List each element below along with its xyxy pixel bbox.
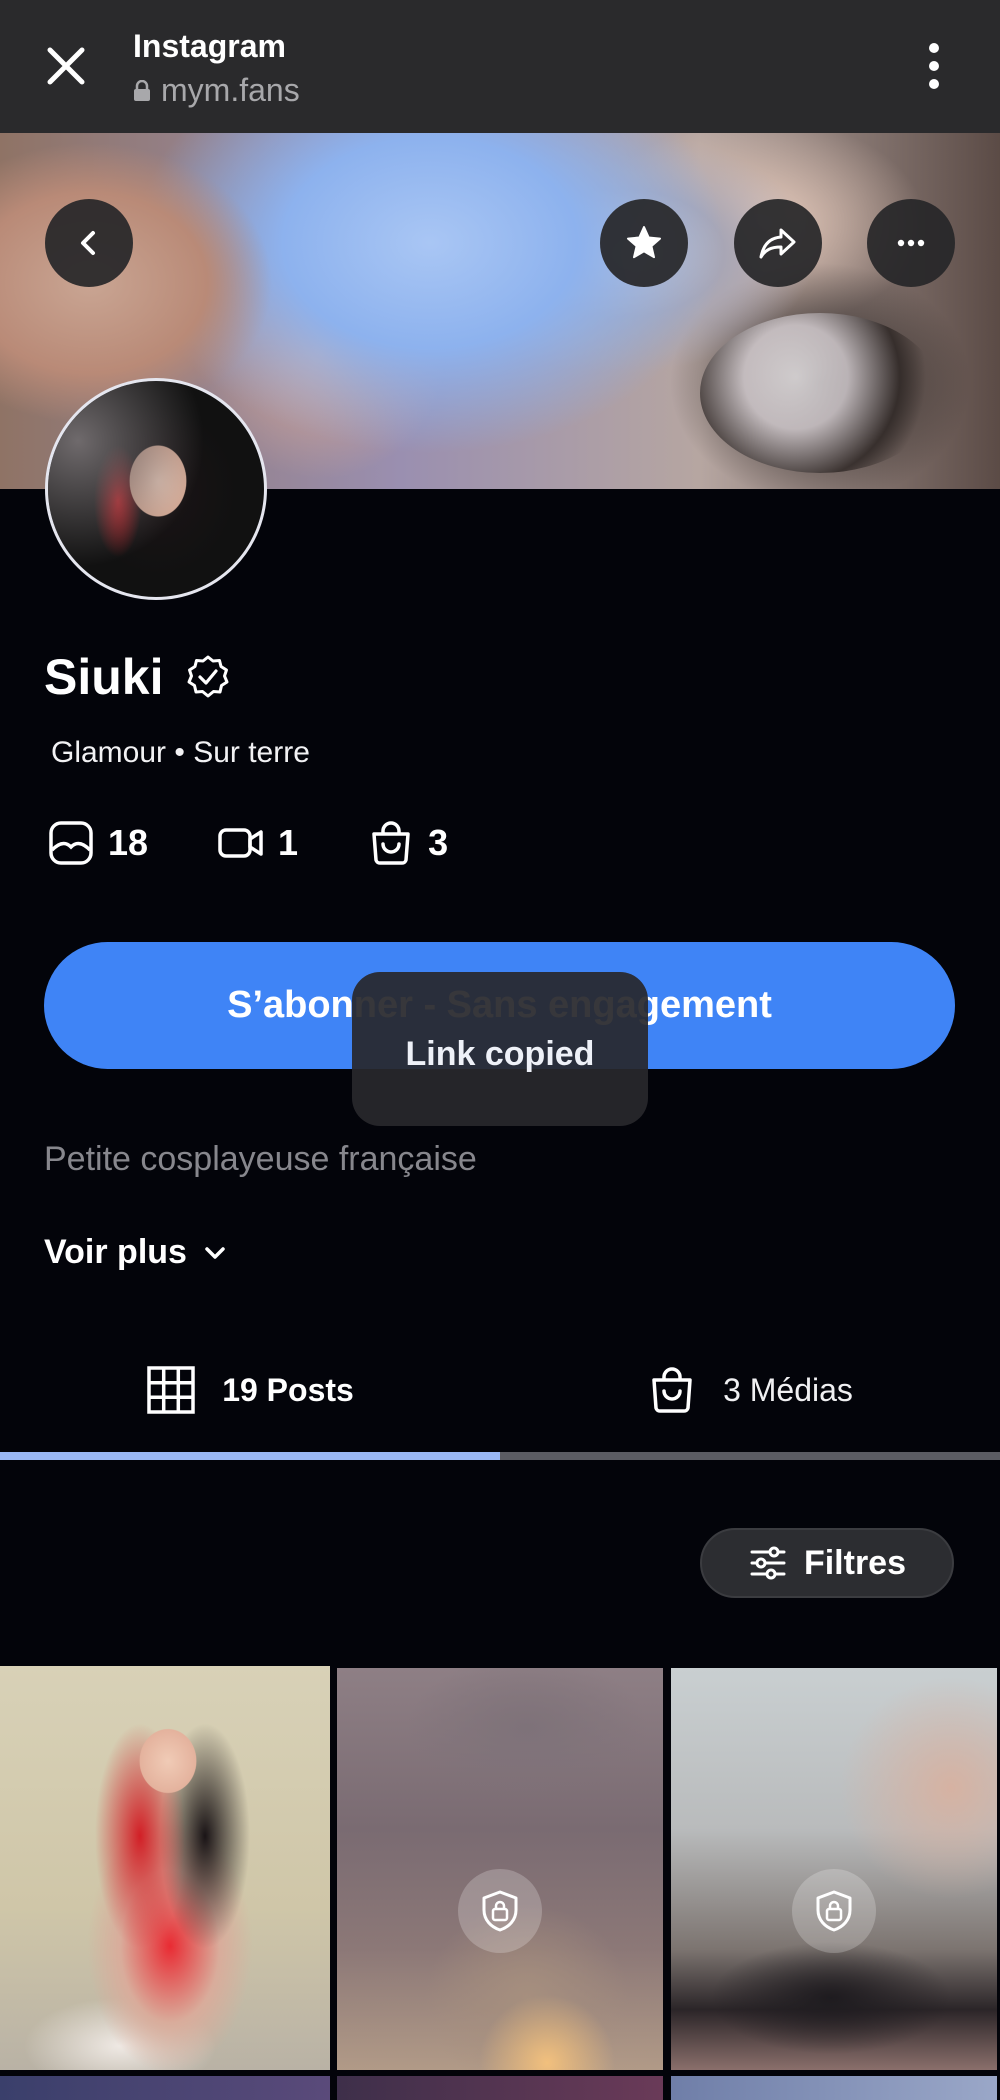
tab-media[interactable]: 3 Médias	[500, 1340, 1000, 1440]
star-icon	[627, 226, 661, 259]
profile-avatar[interactable]	[45, 378, 267, 600]
shopping-bag-icon	[652, 1367, 692, 1413]
locked-content-icon	[458, 1869, 542, 1953]
profile-name-row: Siuki	[44, 648, 231, 706]
stat-shop-count: 3	[428, 822, 449, 863]
back-button[interactable]	[45, 199, 133, 287]
post-thumbnail[interactable]	[671, 2076, 997, 2100]
close-icon[interactable]	[40, 40, 92, 92]
filters-label: Filtres	[803, 1543, 907, 1582]
post-thumbnail-locked[interactable]	[337, 1668, 663, 2070]
post-thumbnail-locked[interactable]	[671, 1668, 997, 2070]
filters-button[interactable]: Filtres	[700, 1528, 954, 1598]
see-more-label: Voir plus	[44, 1233, 187, 1271]
content-tabs: 19 Posts 3 Médias	[0, 1340, 1000, 1460]
link-copied-toast: Link copied	[352, 972, 648, 1126]
browser-url[interactable]: mym.fans	[133, 72, 300, 109]
see-more-button[interactable]: Voir plus	[44, 1233, 229, 1272]
video-camera-icon	[218, 828, 263, 858]
post-thumbnail[interactable]	[337, 2076, 663, 2100]
avatar-photo-detail	[48, 381, 264, 597]
bio-fade	[0, 1185, 1000, 1205]
share-button[interactable]	[734, 199, 822, 287]
url-text: mym.fans	[161, 72, 300, 108]
chevron-left-icon	[81, 231, 95, 255]
stat-videos-count: 1	[278, 822, 299, 863]
cover-image-detail	[700, 313, 940, 473]
profile-category: Glamour • Sur terre	[51, 736, 310, 769]
share-icon	[759, 228, 796, 259]
favorite-button[interactable]	[600, 199, 688, 287]
photo-icon	[49, 821, 93, 865]
profile-name: Siuki	[44, 649, 164, 705]
verified-badge-icon	[187, 655, 229, 698]
stat-shop: 3	[368, 820, 448, 866]
in-app-browser-bar: Instagram mym.fans	[0, 0, 1000, 133]
profile-stats: 18 1 3	[48, 820, 518, 866]
tab-media-label: 3 Médias	[723, 1371, 853, 1408]
locked-content-icon	[792, 1869, 876, 1953]
post-thumbnail[interactable]	[0, 1666, 330, 2070]
stat-photos-count: 18	[108, 822, 149, 863]
tab-posts-label: 19 Posts	[222, 1371, 354, 1408]
grid-icon	[147, 1366, 195, 1414]
kebab-menu-icon[interactable]	[912, 38, 956, 94]
tab-active-indicator	[0, 1452, 500, 1460]
more-options-button[interactable]	[867, 199, 955, 287]
lock-icon	[134, 79, 150, 101]
browser-title: Instagram	[133, 28, 286, 64]
ellipsis-icon	[897, 239, 925, 247]
sliders-icon	[750, 1546, 786, 1580]
tab-posts[interactable]: 19 Posts	[0, 1340, 500, 1440]
post-thumbnail[interactable]	[0, 2076, 330, 2100]
stat-videos: 1	[218, 820, 298, 866]
profile-bio: Petite cosplayeuse française	[44, 1140, 477, 1178]
chevron-down-icon	[205, 1246, 225, 1259]
shopping-bag-icon	[372, 821, 410, 865]
stat-photos: 18	[48, 820, 148, 866]
